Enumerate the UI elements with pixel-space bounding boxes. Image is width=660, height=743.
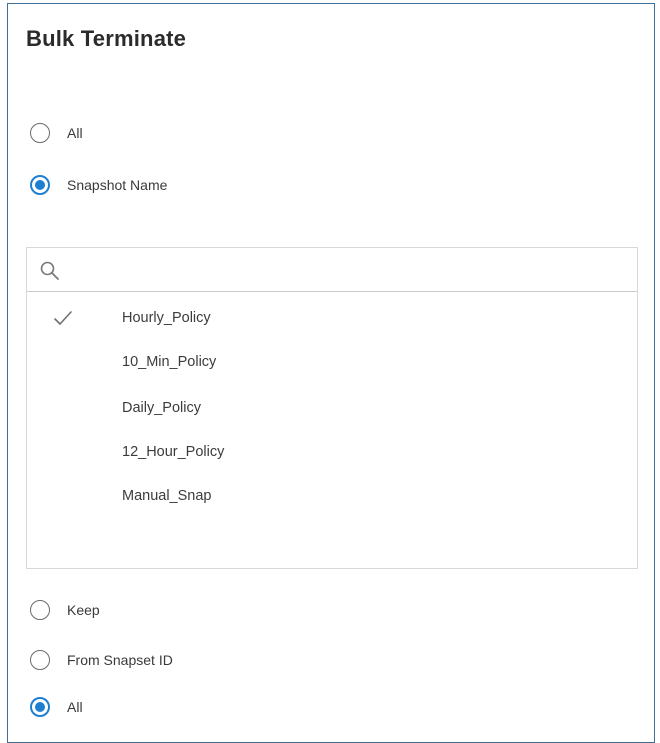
list-item-label: Hourly_Policy bbox=[122, 310, 211, 326]
radio-option-keep[interactable]: Keep bbox=[30, 600, 100, 620]
radio-option-all[interactable]: All bbox=[30, 123, 83, 143]
radio-option-from-snapset-id[interactable]: From Snapset ID bbox=[30, 650, 173, 670]
snapshot-name-list: Hourly_Policy 10_Min_Policy Daily_Policy… bbox=[26, 247, 638, 569]
radio-label: Snapshot Name bbox=[67, 177, 168, 193]
list-item-10-min-policy[interactable]: 10_Min_Policy bbox=[27, 340, 637, 384]
radio-button[interactable] bbox=[30, 123, 50, 143]
radio-button[interactable] bbox=[30, 600, 50, 620]
radio-button-selected[interactable] bbox=[30, 697, 50, 717]
radio-label: Keep bbox=[67, 602, 100, 618]
page-title: Bulk Terminate bbox=[26, 26, 187, 51]
radio-label: From Snapset ID bbox=[67, 652, 173, 668]
list-item-manual-snap[interactable]: Manual_Snap bbox=[27, 474, 637, 518]
list-item-12-hour-policy[interactable]: 12_Hour_Policy bbox=[27, 430, 637, 474]
radio-option-snapshot-name[interactable]: Snapshot Name bbox=[30, 175, 167, 195]
radio-label: All bbox=[67, 699, 83, 715]
list-item-label: 10_Min_Policy bbox=[122, 354, 217, 370]
list-item-label: Daily_Policy bbox=[122, 400, 201, 416]
radio-button-selected[interactable] bbox=[30, 175, 50, 195]
bulk-terminate-panel: Bulk Terminate All Snapshot Name Hourly_… bbox=[7, 3, 655, 743]
list-item-label: 12_Hour_Policy bbox=[122, 444, 225, 460]
search-input[interactable] bbox=[71, 254, 625, 286]
search-bar bbox=[27, 248, 637, 292]
checkmark-icon bbox=[53, 310, 73, 326]
radio-label: All bbox=[67, 125, 83, 141]
list-item-daily-policy[interactable]: Daily_Policy bbox=[27, 386, 637, 430]
radio-option-keep-all[interactable]: All bbox=[30, 697, 83, 717]
radio-button[interactable] bbox=[30, 650, 50, 670]
list-item-hourly-policy[interactable]: Hourly_Policy bbox=[27, 296, 637, 340]
search-icon bbox=[39, 260, 61, 282]
list-item-label: Manual_Snap bbox=[122, 488, 212, 504]
